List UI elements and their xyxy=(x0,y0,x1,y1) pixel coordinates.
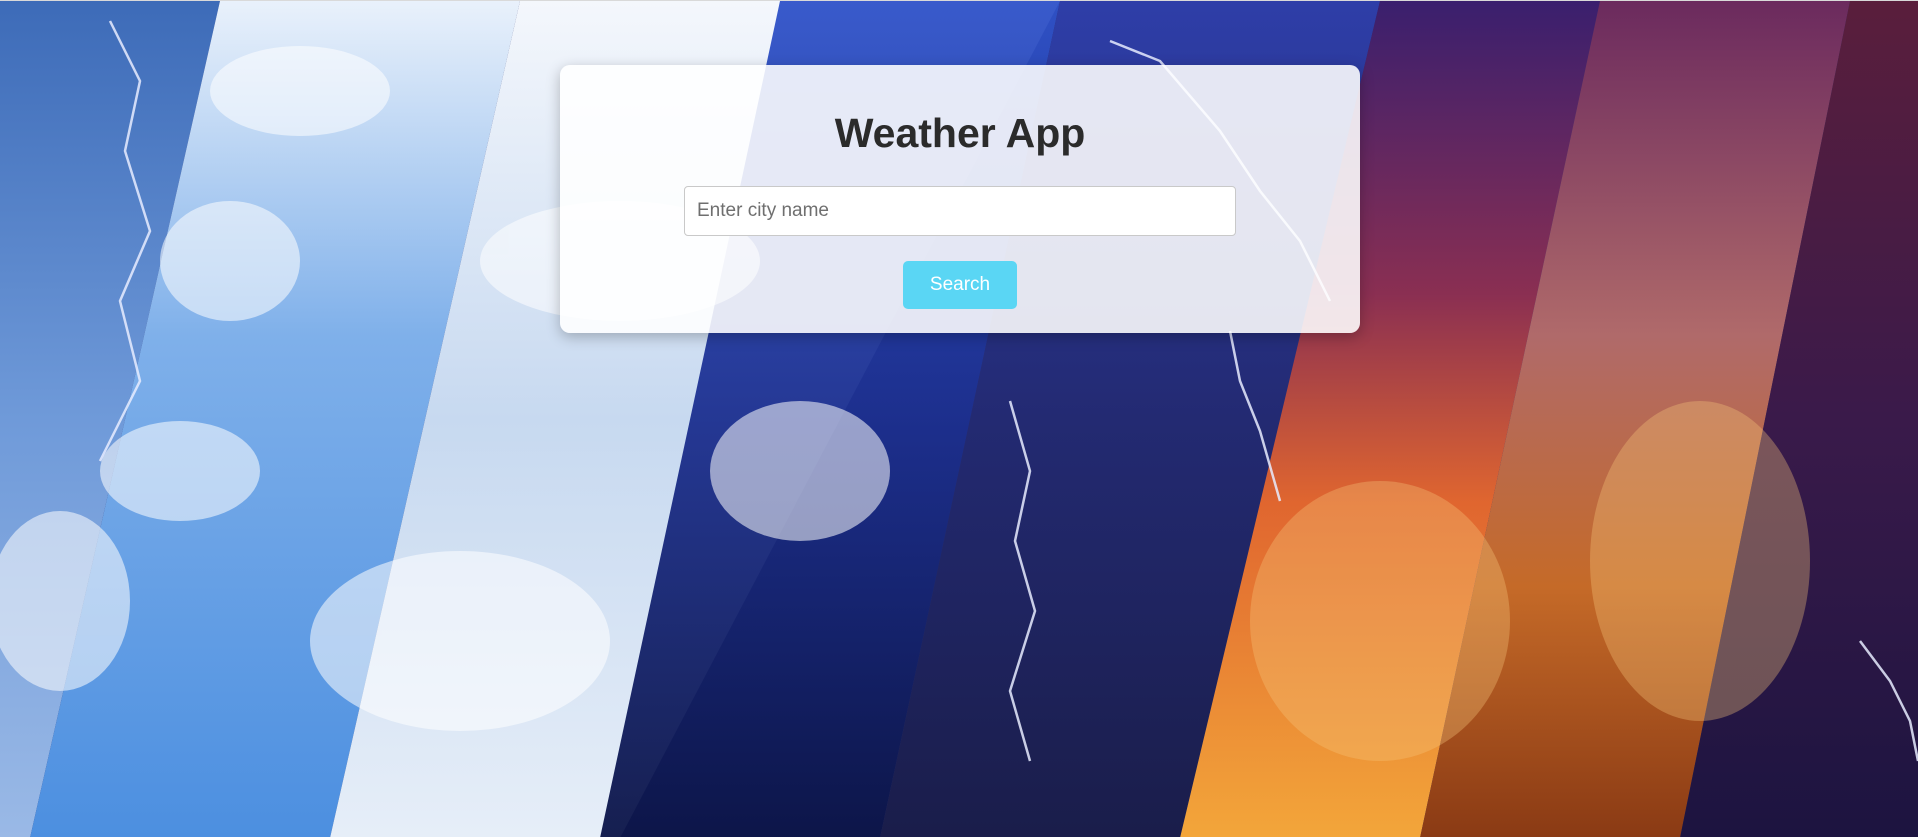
city-search-input[interactable] xyxy=(684,186,1236,236)
page-title: Weather App xyxy=(834,110,1086,156)
search-card: Weather App Search xyxy=(560,65,1360,333)
search-button[interactable]: Search xyxy=(903,261,1017,309)
